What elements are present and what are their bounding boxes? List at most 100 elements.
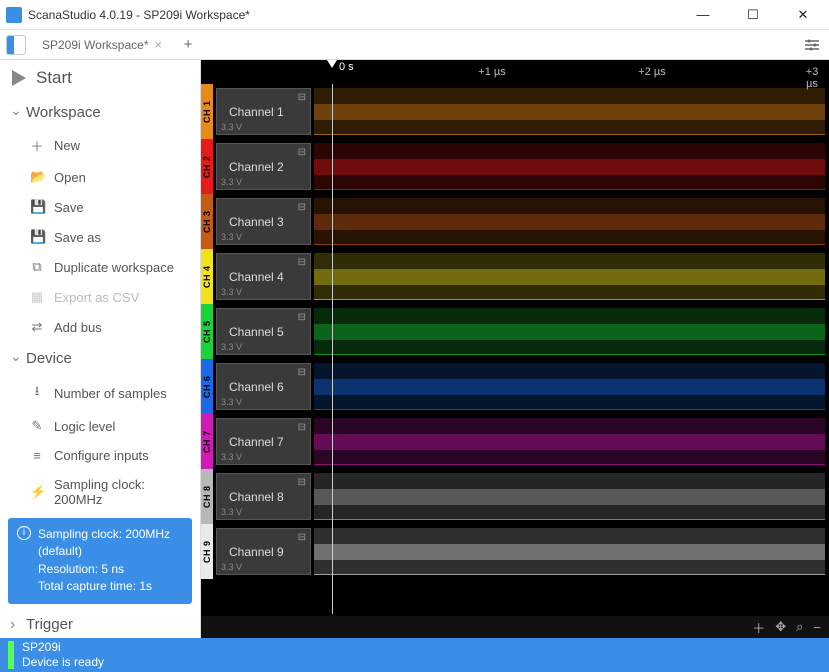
channel-voltage: 3.3 V — [221, 452, 242, 462]
channel-tag[interactable]: CH 9 — [201, 524, 213, 579]
sidebar-item-duplicate[interactable]: ⧉Duplicate workspace — [0, 252, 200, 282]
sidebar-item-num-samples[interactable]: ⭳Number of samples — [0, 375, 200, 411]
channel-tag[interactable]: CH 2 — [201, 139, 213, 194]
channel-header[interactable]: Channel 23.3 V⊟ — [216, 143, 311, 190]
channel-header[interactable]: Channel 33.3 V⊟ — [216, 198, 311, 245]
channel-trace[interactable] — [314, 418, 825, 465]
channel-header[interactable]: Channel 5 3.3 V ⊟ — [216, 308, 311, 355]
channel-tag[interactable]: CH 4 — [201, 249, 213, 304]
sidebar-item-sampling-clock[interactable]: ⚡Sampling clock: 200MHz — [0, 470, 200, 514]
collapse-icon[interactable]: ⊟ — [298, 147, 306, 158]
sidebar-item-save[interactable]: 💾Save — [0, 192, 200, 222]
channel-trace[interactable] — [314, 473, 825, 520]
sidebar-item-add-bus[interactable]: ⇄Add bus — [0, 312, 200, 342]
collapse-icon[interactable]: ⊟ — [298, 532, 306, 543]
channel-trace[interactable] — [314, 198, 825, 245]
channel-tag[interactable]: CH 7 — [201, 414, 213, 469]
collapse-icon[interactable]: ⊟ — [298, 92, 306, 103]
start-label: Start — [36, 68, 72, 88]
collapse-icon[interactable]: ⊟ — [298, 202, 306, 213]
folder-icon: 📂 — [30, 169, 44, 185]
channel-header[interactable]: Channel 43.3 V⊟ — [216, 253, 311, 300]
device-indicator-icon[interactable] — [6, 35, 26, 55]
section-workspace-label: Workspace — [26, 104, 101, 121]
zoom-button[interactable]: ⌕ — [796, 619, 803, 635]
channel-name: Channel 9 — [229, 545, 310, 559]
channel-header[interactable]: Channel 1 3.3 V ⊟ — [216, 88, 311, 135]
collapse-icon[interactable]: ⊟ — [298, 477, 306, 488]
close-button[interactable]: ✕ — [789, 5, 817, 25]
channel-row[interactable]: CH 1 Channel 1 3.3 V ⊟ — [201, 84, 829, 139]
sidebar-item-save-as[interactable]: 💾Save as — [0, 222, 200, 252]
channel-trace[interactable] — [314, 253, 825, 300]
save-as-icon: 💾 — [30, 229, 44, 245]
channel-trace[interactable] — [314, 528, 825, 575]
channel-header[interactable]: Channel 7 3.3 V ⊟ — [216, 418, 311, 465]
channel-name: Channel 6 — [229, 380, 310, 394]
sidebar-item-new[interactable]: ＋New — [0, 129, 200, 162]
add-marker-button[interactable]: ＋ — [752, 618, 765, 637]
collapse-icon[interactable]: ⊟ — [298, 367, 306, 378]
collapse-icon[interactable]: ⊟ — [298, 257, 306, 268]
channel-voltage: 3.3 V — [221, 122, 242, 132]
channel-row[interactable]: CH 3Channel 33.3 V⊟ — [201, 194, 829, 249]
channel-row[interactable]: CH 9 Channel 9 3.3 V ⊟ — [201, 524, 829, 579]
channel-header[interactable]: Channel 83.3 V⊟ — [216, 473, 311, 520]
pan-button[interactable]: ✥ — [775, 619, 786, 635]
section-trigger-label: Trigger — [26, 616, 73, 633]
workspace-tab[interactable]: SP209i Workspace* × — [32, 33, 172, 57]
section-trigger[interactable]: Trigger — [0, 608, 200, 638]
workspace-tab-label: SP209i Workspace* — [42, 38, 149, 52]
channel-header[interactable]: Channel 63.3 V⊟ — [216, 363, 311, 410]
minimize-button[interactable]: — — [689, 5, 717, 25]
collapse-icon[interactable]: ⊟ — [298, 312, 306, 323]
channel-trace[interactable] — [314, 88, 825, 135]
channel-tag[interactable]: CH 8 — [201, 469, 213, 524]
fit-button[interactable]: − — [813, 620, 821, 635]
table-icon: ▦ — [30, 289, 44, 305]
channel-trace[interactable] — [314, 143, 825, 190]
channel-list: CH 1Channel 13.3 V⊟CH 2Channel 23.3 V⊟CH… — [201, 84, 829, 616]
channel-tag[interactable]: CH 6 — [201, 359, 213, 414]
sidebar-item-open[interactable]: 📂Open — [0, 162, 200, 192]
cursor-line[interactable] — [332, 84, 333, 614]
ruler-tick: +1 µs — [478, 66, 505, 78]
time-ruler[interactable]: 0 s +1 µs +2 µs +3 µs — [201, 60, 829, 84]
channel-tag[interactable]: CH 3 — [201, 194, 213, 249]
time-zero-label: 0 s — [339, 61, 354, 73]
channel-voltage: 3.3 V — [221, 507, 242, 517]
maximize-button[interactable]: ☐ — [739, 5, 767, 25]
waveform-area[interactable]: 0 s +1 µs +2 µs +3 µs CH 1 Channel 1 3.3 V… — [201, 60, 829, 638]
section-workspace[interactable]: Workspace — [0, 96, 200, 129]
channel-voltage: 3.3 V — [221, 342, 242, 352]
sidebar-item-configure-inputs[interactable]: ≡Configure inputs — [0, 441, 200, 470]
settings-icon[interactable] — [801, 34, 823, 56]
save-icon: 💾 — [30, 199, 44, 215]
sliders-icon: ≡ — [30, 448, 44, 463]
close-icon[interactable]: × — [155, 37, 163, 52]
channel-name: Channel 5 — [229, 325, 310, 339]
channel-row[interactable]: CH 5 Channel 5 3.3 V ⊟ — [201, 304, 829, 359]
channel-row[interactable]: CH 7 Channel 7 3.3 V ⊟ — [201, 414, 829, 469]
waveform-toolbar: ＋ ✥ ⌕ − — [201, 616, 829, 638]
collapse-icon[interactable]: ⊟ — [298, 422, 306, 433]
channel-row[interactable]: CH 2Channel 23.3 V⊟ — [201, 139, 829, 194]
add-tab-button[interactable]: + — [178, 33, 198, 57]
channel-tag[interactable]: CH 1 — [201, 84, 213, 139]
channel-name: Channel 1 — [229, 105, 310, 119]
channel-row[interactable]: CH 4Channel 43.3 V⊟ — [201, 249, 829, 304]
channel-trace[interactable] — [314, 308, 825, 355]
channel-row[interactable]: CH 6Channel 63.3 V⊟ — [201, 359, 829, 414]
sampling-clock-info: i Sampling clock: 200MHz (default) Resol… — [8, 518, 192, 604]
channel-name: Channel 7 — [229, 435, 310, 449]
channel-header[interactable]: Channel 9 3.3 V ⊟ — [216, 528, 311, 575]
channel-tag[interactable]: CH 5 — [201, 304, 213, 359]
channel-row[interactable]: CH 8Channel 83.3 V⊟ — [201, 469, 829, 524]
channel-voltage: 3.3 V — [221, 562, 242, 572]
channel-trace[interactable] — [314, 363, 825, 410]
start-button[interactable]: Start — [0, 60, 200, 96]
section-device[interactable]: Device — [0, 342, 200, 375]
chevron-down-icon — [10, 104, 20, 121]
sidebar-item-logic-level[interactable]: ✎Logic level — [0, 411, 200, 441]
info-line-2: Resolution: 5 ns — [38, 561, 182, 578]
